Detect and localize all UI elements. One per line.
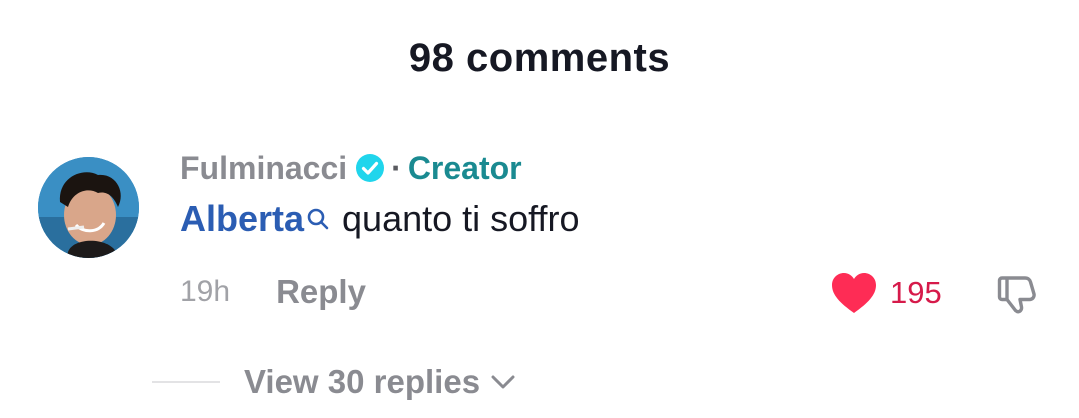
chevron-down-icon[interactable]: [490, 373, 516, 391]
mention-link[interactable]: Alberta: [180, 198, 304, 240]
creator-badge: Creator: [407, 149, 522, 186]
search-icon: [304, 198, 330, 240]
like-button[interactable]: 195: [830, 270, 942, 316]
thumbs-down-icon[interactable]: [992, 270, 1040, 318]
avatar[interactable]: [38, 157, 139, 258]
verified-icon: [355, 153, 385, 183]
like-count: 195: [890, 275, 942, 310]
view-replies-button[interactable]: View 30 replies: [244, 363, 480, 401]
view-replies-row: View 30 replies: [152, 362, 516, 402]
author-name[interactable]: Fulminacci: [180, 150, 347, 187]
comment-body: Alberta quanto ti soffro: [180, 198, 580, 246]
comment-text: quanto ti soffro: [342, 198, 580, 239]
comment-author-row: Fulminacci · Creator: [180, 146, 522, 190]
divider: [152, 381, 220, 383]
comments-count-title: 98 comments: [408, 36, 671, 80]
comment-meta: 19h Reply: [180, 272, 366, 312]
separator-dot: ·: [391, 149, 402, 186]
heart-icon[interactable]: [830, 271, 878, 315]
comment-timestamp: 19h: [180, 275, 231, 308]
reply-button[interactable]: Reply: [276, 273, 366, 311]
